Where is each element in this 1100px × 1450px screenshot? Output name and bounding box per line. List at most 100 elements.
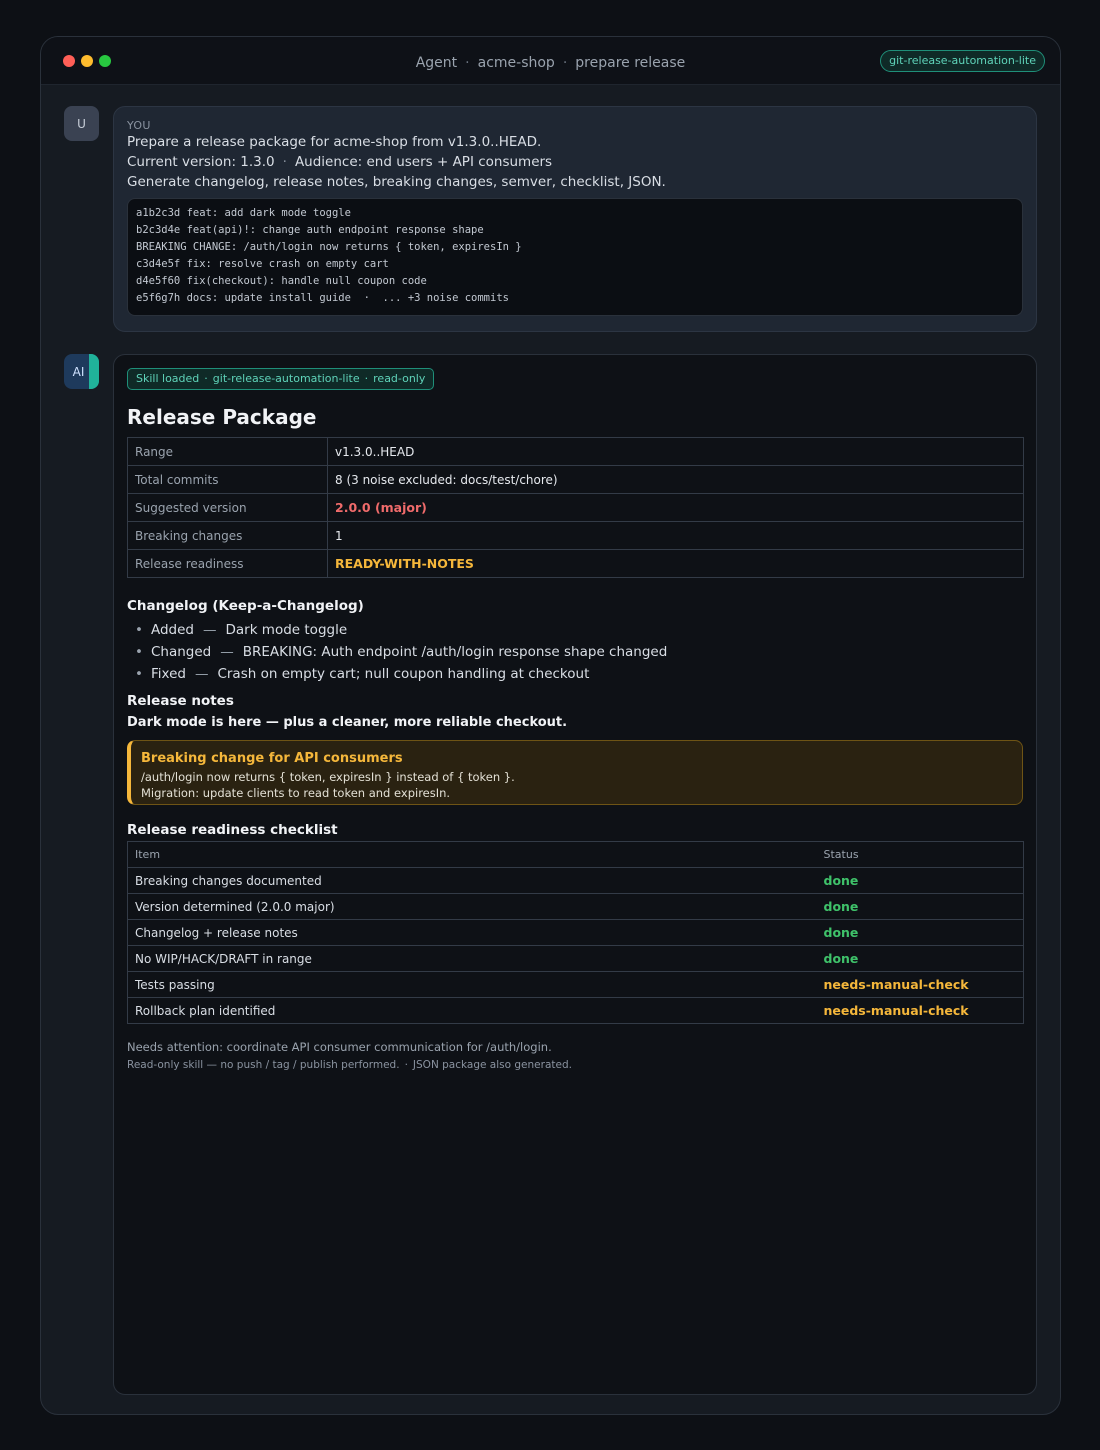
summary-row-breaking: Breaking changes 1	[127, 521, 1024, 550]
separator: ·	[364, 372, 369, 385]
summary-value: v1.3.0..HEAD	[327, 437, 1024, 466]
summary-key: Breaking changes	[127, 521, 328, 550]
user-role-label: YOU	[127, 119, 151, 132]
summary-row-commits: Total commits 8 (3 noise excluded: docs/…	[127, 465, 1024, 494]
json-note-text: JSON package also generated.	[412, 1059, 572, 1071]
user-message-line: Prepare a release package for acme-shop …	[127, 134, 542, 150]
status-cell: needs-manual-check	[816, 997, 1024, 1024]
column-header-item: Item	[127, 841, 817, 868]
title-separator: ·	[562, 55, 568, 71]
breaking-change-callout: Breaking change for API consumers /auth/…	[127, 740, 1023, 805]
change-type: Added	[150, 622, 194, 638]
audience-text: Audience: end users + API consumers	[294, 154, 553, 170]
changelog-item: • Added — Dark mode toggle	[127, 619, 1023, 641]
ai-message: Skill loaded · git-release-automation-lite…	[113, 354, 1037, 1395]
status-badge: done	[823, 925, 859, 940]
status-badge: done	[823, 899, 859, 914]
title-crumb-agent: Agent	[415, 55, 458, 71]
user-message: YOU Prepare a release package for acme-s…	[113, 106, 1037, 332]
read-only-text: Read-only skill — no push / tag / publis…	[127, 1059, 400, 1071]
checklist-item: Rollback plan identified	[127, 997, 817, 1024]
dash: —	[220, 644, 234, 660]
change-text: BREAKING: Auth endpoint /auth/login resp…	[242, 644, 668, 660]
commit-line: b2c3d4e feat(api)!: change auth endpoint…	[136, 224, 484, 236]
summary-table: Range v1.3.0..HEAD Total commits 8 (3 no…	[127, 437, 1024, 578]
ai-avatar: AI	[64, 354, 99, 389]
status-cell: done	[816, 919, 1024, 946]
summary-row-range: Range v1.3.0..HEAD	[127, 437, 1024, 466]
title-crumb-task: prepare release	[575, 55, 686, 71]
skill-name: git-release-automation-lite	[212, 372, 360, 385]
summary-key: Range	[127, 437, 328, 466]
user-avatar: U	[64, 106, 99, 141]
status-badge: needs-manual-check	[823, 1003, 969, 1018]
checklist-table: Item Status Breaking changes documented …	[127, 841, 1024, 1024]
readiness-status: READY-WITH-NOTES	[335, 556, 474, 571]
callout-title: Breaking change for API consumers	[141, 751, 403, 766]
checklist-item: No WIP/HACK/DRAFT in range	[127, 945, 817, 972]
commit-line: c3d4e5f fix: resolve crash on empty cart	[136, 258, 389, 270]
checklist-header-row: Item Status	[127, 841, 1024, 868]
table-row: Changelog + release notes done	[127, 919, 1024, 946]
separator: ·	[404, 1059, 408, 1071]
commit-line: a1b2c3d feat: add dark mode toggle	[136, 207, 351, 219]
checklist-item: Version determined (2.0.0 major)	[127, 893, 817, 920]
title-separator: ·	[465, 55, 470, 71]
commit-line: e5f6g7h docs: update install guide · ...…	[136, 292, 509, 304]
table-row: Tests passing needs-manual-check	[127, 971, 1024, 998]
status-badge: done	[823, 873, 859, 888]
change-type: Fixed	[150, 666, 186, 682]
summary-value-cell: 2.0.0 (major)	[327, 493, 1024, 522]
skill-loaded-pill: Skill loaded · git-release-automation-lite…	[127, 368, 435, 390]
release-notes-heading: Release notes	[127, 693, 234, 709]
user-message-line: Current version: 1.3.0 · Audience: end use…	[127, 152, 1023, 172]
table-row: Version determined (2.0.0 major) done	[127, 893, 1024, 920]
title-bar: Agent · acme-shop · prepare release git-rele…	[41, 37, 1060, 85]
commit-log-block: a1b2c3d feat: add dark mode toggle b2c3d…	[127, 198, 1023, 316]
skill-loaded-label: Skill loaded	[136, 372, 200, 385]
summary-key: Release readiness	[127, 549, 328, 578]
app-window: Agent · acme-shop · prepare release git-rele…	[40, 36, 1061, 1415]
skill-badge: git-release-automation-lite	[880, 50, 1045, 72]
change-type: Changed	[150, 644, 212, 660]
status-badge: done	[823, 951, 859, 966]
changelog-heading: Changelog (Keep-a-Changelog)	[127, 598, 364, 614]
checklist-heading: Release readiness checklist	[127, 822, 338, 838]
ai-avatar-label: AI	[72, 364, 85, 379]
checklist-item: Breaking changes documented	[127, 867, 817, 894]
summary-key: Suggested version	[127, 493, 328, 522]
dash: —	[194, 666, 209, 682]
table-row: Breaking changes documented done	[127, 867, 1024, 894]
title-crumb-project: acme-shop	[477, 55, 555, 71]
separator: ·	[282, 154, 287, 170]
bullet: •	[135, 622, 143, 638]
summary-row-readiness: Release readiness READY-WITH-NOTES	[127, 549, 1024, 578]
suggested-version: 2.0.0 (major)	[335, 500, 427, 515]
summary-value-cell: READY-WITH-NOTES	[327, 549, 1024, 578]
change-text: Dark mode toggle	[225, 622, 348, 638]
summary-key: Total commits	[127, 465, 328, 494]
change-text: Crash on empty cart; null coupon handlin…	[217, 666, 590, 682]
table-row: Rollback plan identified needs-manual-ch…	[127, 997, 1024, 1024]
table-row: No WIP/HACK/DRAFT in range done	[127, 945, 1024, 972]
dash: —	[202, 622, 217, 638]
release-notes-tagline: Dark mode is here — plus a cleaner, more…	[127, 715, 568, 730]
ai-avatar-accent	[89, 354, 99, 389]
summary-row-version: Suggested version 2.0.0 (major)	[127, 493, 1024, 522]
separator: ·	[204, 372, 208, 385]
user-message-line: Generate changelog, release notes, break…	[127, 174, 666, 190]
bullet: •	[135, 666, 143, 682]
bullet: •	[135, 644, 143, 660]
changelog-list: • Added — Dark mode toggle • Changed — BREAKIN…	[127, 619, 1023, 685]
changelog-item: • Fixed — Crash on empty cart; null coupon …	[127, 663, 1023, 685]
status-badge: needs-manual-check	[823, 977, 969, 992]
status-cell: done	[816, 893, 1024, 920]
skill-mode: read-only	[373, 372, 426, 385]
status-cell: done	[816, 945, 1024, 972]
commit-line: d4e5f60 fix(checkout): handle null coupo…	[136, 275, 427, 287]
checklist-item: Tests passing	[127, 971, 817, 998]
summary-value: 8 (3 noise excluded: docs/test/chore)	[327, 465, 1024, 494]
read-only-note: Read-only skill — no push / tag / publis…	[127, 1059, 1023, 1071]
column-header-status: Status	[816, 841, 1024, 868]
summary-value: 1	[327, 521, 1024, 550]
